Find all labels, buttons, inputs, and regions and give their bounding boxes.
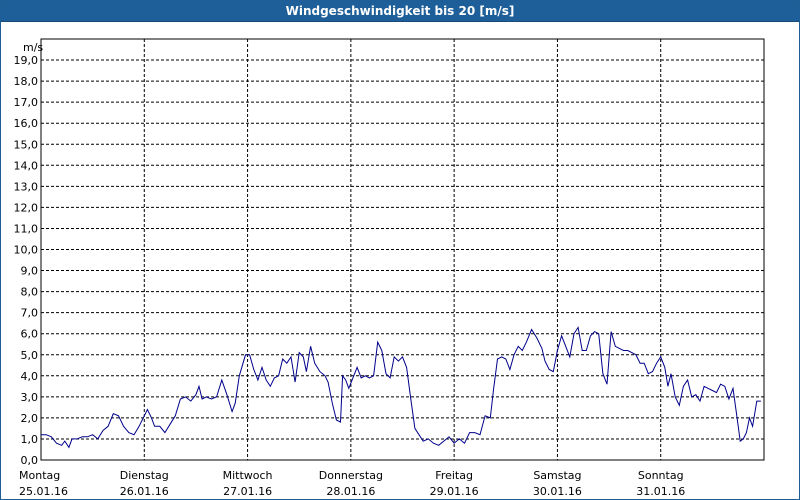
x-tick-date: 29.01.16: [430, 485, 479, 498]
x-tick-date: 30.01.16: [533, 485, 582, 498]
x-tick-date: 31.01.16: [636, 485, 685, 498]
y-tick-label: 13,0: [14, 180, 39, 193]
x-tick-date: 27.01.16: [223, 485, 272, 498]
x-tick-day: Donnerstag: [319, 469, 383, 482]
y-tick-label: 1,0: [21, 433, 39, 446]
y-tick-label: 4,0: [21, 370, 39, 383]
y-tick-label: 18,0: [14, 75, 39, 88]
y-tick-label: 12,0: [14, 201, 39, 214]
x-tick-day: Dienstag: [120, 469, 169, 482]
y-axis-ticks: 0,0 1,0 2,0 3,0 4,0 5,0 6,0 7,0 8,0 9,0 10,0 11,0 12…: [14, 54, 39, 467]
y-axis-unit: m/s: [23, 41, 43, 54]
y-tick-label: 16,0: [14, 117, 39, 130]
y-tick-label: 0,0: [21, 454, 39, 467]
x-tick-day: Sonntag: [638, 469, 684, 482]
x-tick-day: Freitag: [435, 469, 473, 482]
chart-area: m/s 0,0 1,0 2,0 3,0 4,0 5,0 6,0 7,0 8,0 9,0 10,0 11…: [1, 22, 799, 499]
wind-speed-chart: m/s 0,0 1,0 2,0 3,0 4,0 5,0 6,0 7,0 8,0 9,0 10,0 11…: [14, 38, 765, 498]
y-tick-label: 10,0: [14, 244, 39, 257]
y-tick-label: 3,0: [21, 391, 39, 404]
x-tick-date: 25.01.16: [19, 485, 68, 498]
y-tick-label: 6,0: [21, 328, 39, 341]
chart-window: Windgeschwindigkeit bis 20 [m/s] m/s 0,0…: [0, 0, 800, 500]
y-tick-label: 15,0: [14, 138, 39, 151]
grid-lines: [41, 39, 764, 460]
x-axis-ticks: Montag 25.01.16 Dienstag 26.01.16 Mittwoch 27…: [19, 469, 685, 498]
x-tick-day: Samstag: [533, 469, 581, 482]
y-tick-label: 2,0: [21, 412, 39, 425]
y-tick-label: 7,0: [21, 307, 39, 320]
chart-title: Windgeschwindigkeit bis 20 [m/s]: [1, 1, 799, 22]
x-tick-date: 28.01.16: [326, 485, 375, 498]
x-tick-day: Montag: [19, 469, 60, 482]
series-group: [41, 326, 761, 449]
y-tick-label: 19,0: [14, 54, 39, 67]
y-tick-label: 5,0: [21, 349, 39, 362]
x-tick-day: Mittwoch: [223, 469, 273, 482]
y-tick-label: 9,0: [21, 265, 39, 278]
y-tick-label: 17,0: [14, 96, 39, 109]
x-tick-date: 26.01.16: [120, 485, 169, 498]
y-tick-label: 11,0: [14, 222, 39, 235]
wind-speed-line: [41, 326, 761, 449]
y-tick-label: 8,0: [21, 286, 39, 299]
y-tick-label: 14,0: [14, 159, 39, 172]
